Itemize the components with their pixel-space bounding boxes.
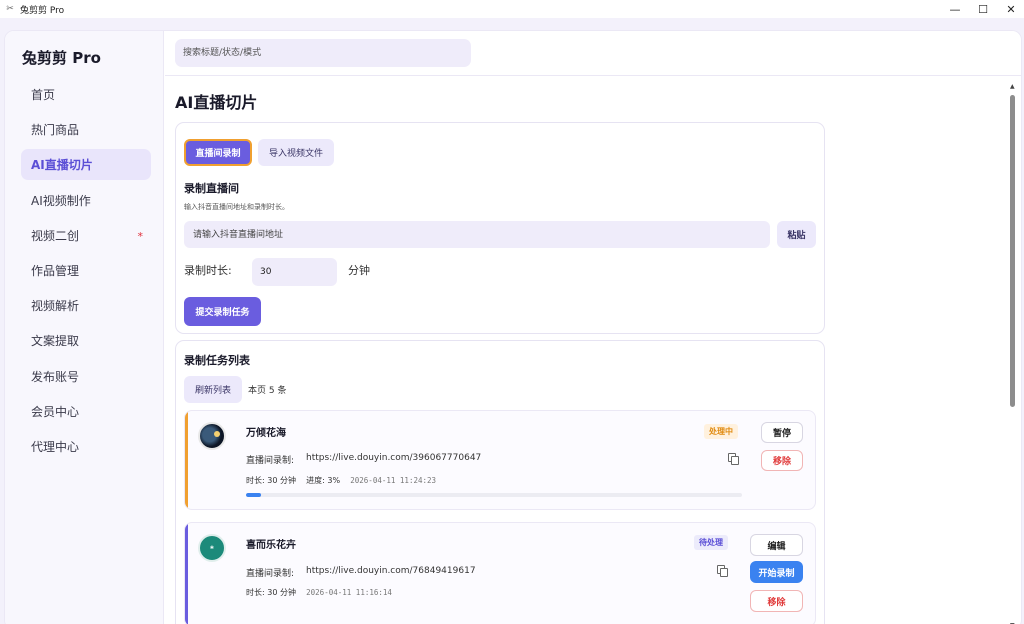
avatar bbox=[198, 422, 226, 450]
progress-bar bbox=[246, 493, 742, 497]
sidebar-item-label: 文案提取 bbox=[31, 334, 80, 349]
record-section-title: 录制直播间 bbox=[184, 182, 239, 195]
moon-icon bbox=[214, 431, 220, 437]
sidebar-item-membership[interactable]: 会员中心 bbox=[21, 396, 151, 427]
remove-button[interactable]: 移除 bbox=[761, 450, 803, 471]
duration-input[interactable] bbox=[252, 258, 337, 286]
sidebar-item-ai-video[interactable]: AI视频制作 bbox=[21, 185, 151, 216]
top-header bbox=[165, 31, 1021, 76]
sidebar-item-label: AI视频制作 bbox=[31, 193, 91, 208]
task-url-label: 直播间录制: bbox=[246, 456, 295, 466]
sidebar: 兔剪剪 Pro 首页 热门商品 AI直播切片 AI视频制作 视频二创 * 作品管理… bbox=[5, 31, 164, 624]
tab-import-video[interactable]: 导入视频文件 bbox=[258, 139, 334, 166]
sidebar-nav: 首页 热门商品 AI直播切片 AI视频制作 视频二创 * 作品管理 视频解析 文案… bbox=[21, 79, 151, 466]
window-title: 兔剪剪 Pro bbox=[20, 5, 65, 16]
task-url: https://live.douyin.com/396067770647 bbox=[306, 453, 482, 463]
scroll-up-arrow-icon[interactable]: ▲ bbox=[1010, 83, 1015, 90]
task-progress-text: 进度: 3% bbox=[306, 476, 341, 485]
app-icon: ✂ bbox=[6, 4, 14, 14]
sidebar-item-label: 首页 bbox=[31, 88, 56, 102]
copy-icon[interactable] bbox=[717, 565, 728, 577]
task-name: 万倾花海 bbox=[246, 428, 286, 439]
sidebar-item-video-parse[interactable]: 视频解析 bbox=[21, 290, 151, 321]
task-list-card: 录制任务列表 刷新列表 本页 5 条 万倾花海 处理中 暂停 直播间录制: ht… bbox=[175, 340, 825, 624]
task-list-title: 录制任务列表 bbox=[184, 354, 250, 367]
copy-icon[interactable] bbox=[728, 453, 739, 465]
task-meta: 时长: 30 分钟 2026-04-11 11:16:14 bbox=[246, 587, 392, 598]
record-card: 直播间录制 导入视频文件 录制直播间 输入抖音直播间地址和录制时长。 粘贴 录制… bbox=[175, 122, 825, 334]
sidebar-item-accounts[interactable]: 发布账号 bbox=[21, 361, 151, 392]
sidebar-item-hot-products[interactable]: 热门商品 bbox=[21, 114, 151, 145]
progress-fill bbox=[246, 493, 261, 497]
task-duration: 时长: 30 分钟 bbox=[246, 588, 296, 597]
paste-button[interactable]: 粘贴 bbox=[777, 221, 816, 248]
sidebar-item-label: 视频解析 bbox=[31, 299, 80, 314]
tab-live-record[interactable]: 直播间录制 bbox=[184, 139, 252, 166]
duration-unit: 分钟 bbox=[348, 264, 370, 277]
avatar: ❀ bbox=[198, 534, 226, 562]
task-timestamp: 2026-04-11 11:16:14 bbox=[306, 588, 392, 597]
sidebar-item-label: 作品管理 bbox=[31, 263, 80, 278]
task-timestamp: 2026-04-11 11:24:23 bbox=[350, 476, 437, 485]
close-button[interactable]: ✕ bbox=[994, 0, 1024, 18]
search-input[interactable] bbox=[175, 39, 471, 67]
scrollbar[interactable]: ▲ ▼ bbox=[1009, 77, 1017, 624]
app-container: 兔剪剪 Pro 首页 热门商品 AI直播切片 AI视频制作 视频二创 * 作品管理… bbox=[4, 30, 1022, 624]
start-record-button[interactable]: 开始录制 bbox=[750, 561, 803, 583]
status-badge: 待处理 bbox=[694, 535, 728, 550]
sidebar-item-label: 发布账号 bbox=[31, 369, 80, 384]
page-count: 本页 5 条 bbox=[248, 386, 287, 396]
task-name: 喜而乐花卉 bbox=[246, 540, 296, 551]
pause-button[interactable]: 暂停 bbox=[761, 422, 803, 443]
shop-logo-icon: ❀ bbox=[209, 545, 215, 551]
sidebar-item-label: 代理中心 bbox=[31, 439, 80, 454]
record-section-desc: 输入抖音直播间地址和录制时长。 bbox=[184, 203, 289, 211]
remove-button[interactable]: 移除 bbox=[750, 590, 803, 612]
task-item: 万倾花海 处理中 暂停 直播间录制: https://live.douyin.c… bbox=[184, 410, 816, 510]
sidebar-item-text-extract[interactable]: 文案提取 bbox=[21, 325, 151, 356]
submit-record-button[interactable]: 提交录制任务 bbox=[184, 297, 261, 326]
duration-label: 录制时长: bbox=[184, 264, 232, 277]
sidebar-item-ai-live-clip[interactable]: AI直播切片 bbox=[21, 149, 151, 181]
task-duration: 时长: 30 分钟 bbox=[246, 476, 296, 485]
window-titlebar: ✂ 兔剪剪 Pro — ☐ ✕ bbox=[0, 0, 1024, 18]
sidebar-item-label: 热门商品 bbox=[31, 123, 80, 138]
page-title: AI直播切片 bbox=[175, 93, 258, 112]
status-badge: 处理中 bbox=[704, 424, 738, 439]
app-window: 兔剪剪 Pro 首页 热门商品 AI直播切片 AI视频制作 视频二创 * 作品管理… bbox=[0, 18, 1024, 624]
live-url-input[interactable] bbox=[184, 221, 770, 248]
new-indicator-dot: * bbox=[137, 229, 144, 243]
task-url-label: 直播间录制: bbox=[246, 569, 295, 579]
sidebar-item-agent[interactable]: 代理中心 bbox=[21, 431, 151, 462]
refresh-list-button[interactable]: 刷新列表 bbox=[184, 376, 242, 403]
sidebar-item-works[interactable]: 作品管理 bbox=[21, 255, 151, 286]
brand-title: 兔剪剪 Pro bbox=[22, 49, 101, 67]
edit-button[interactable]: 编辑 bbox=[750, 534, 803, 556]
sidebar-item-label: 会员中心 bbox=[31, 404, 80, 419]
scrollbar-thumb[interactable] bbox=[1010, 95, 1015, 407]
sidebar-item-label: 视频二创 bbox=[31, 228, 80, 243]
sidebar-item-video-remix[interactable]: 视频二创 * bbox=[21, 220, 151, 251]
task-item: ❀ 喜而乐花卉 待处理 编辑 直播间录制: https://live.douyi… bbox=[184, 522, 816, 624]
main-content: AI直播切片 直播间录制 导入视频文件 录制直播间 输入抖音直播间地址和录制时长… bbox=[165, 77, 1009, 624]
sidebar-item-label: AI直播切片 bbox=[31, 158, 93, 173]
task-meta: 时长: 30 分钟 进度: 3% 2026-04-11 11:24:23 bbox=[246, 475, 436, 486]
sidebar-item-home[interactable]: 首页 bbox=[21, 79, 151, 110]
task-url: https://live.douyin.com/76849419617 bbox=[306, 566, 476, 576]
